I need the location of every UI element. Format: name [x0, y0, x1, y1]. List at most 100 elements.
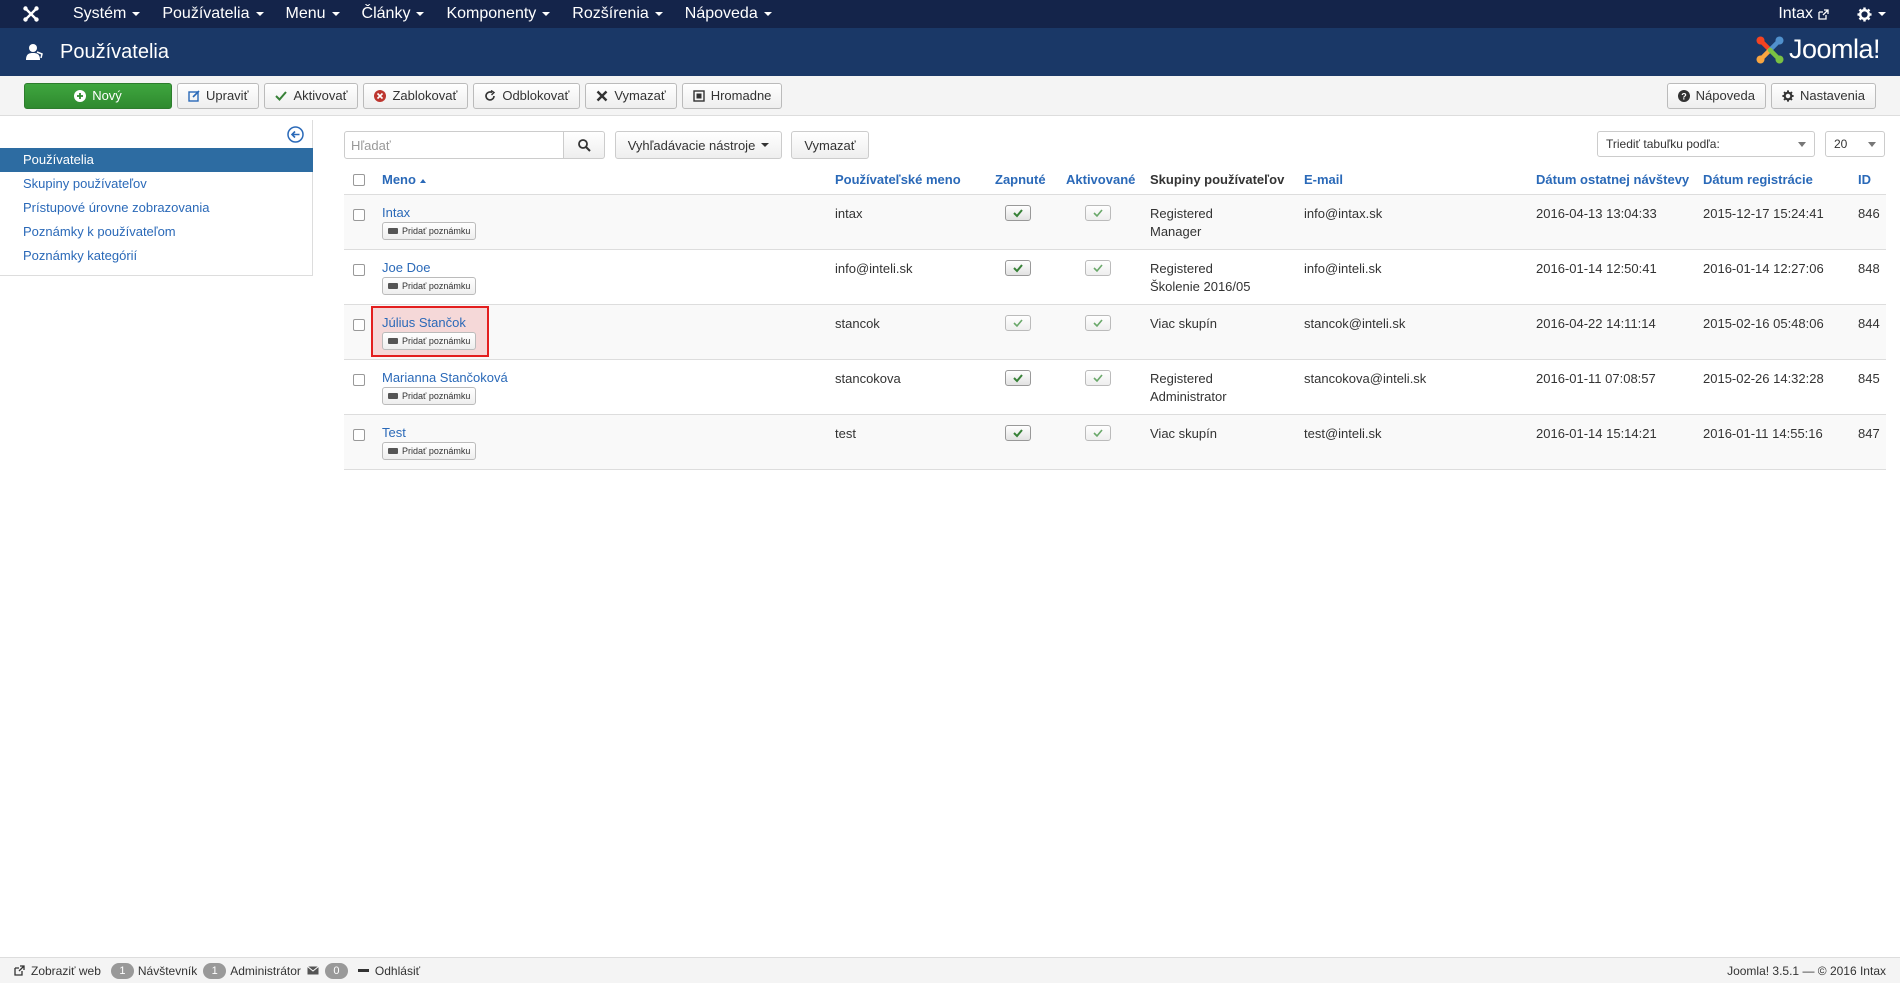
activated-badge[interactable]	[1085, 315, 1111, 331]
delete-button-label: Vymazať	[614, 88, 666, 103]
menu-system[interactable]: Systém	[62, 0, 151, 28]
joomla-menu-icon[interactable]	[0, 0, 62, 28]
sidebar-item-user-notes[interactable]: Poznámky k používateľom	[0, 220, 313, 244]
user-name-link[interactable]: Marianna Stančoková	[382, 370, 508, 385]
sidebar-item-groups[interactable]: Skupiny používateľov	[0, 172, 313, 196]
row-checkbox[interactable]	[353, 374, 365, 386]
sort-select[interactable]: Triediť tabuľku podľa:	[1597, 131, 1815, 157]
select-all-checkbox[interactable]	[353, 174, 365, 186]
menu-content[interactable]: Články	[351, 0, 436, 28]
user-name-link[interactable]: Joe Doe	[382, 260, 430, 275]
sidebar-item-users[interactable]: Používatelia	[0, 148, 313, 172]
limit-select-value: 20	[1834, 137, 1848, 151]
row-checkbox[interactable]	[353, 429, 365, 441]
user-name-link[interactable]: Test	[382, 425, 406, 440]
last-visit-cell: 2016-04-13 13:04:33	[1536, 206, 1657, 221]
search-tools-button[interactable]: Vyhľadávacie nástroje	[615, 131, 782, 159]
row-checkbox[interactable]	[353, 264, 365, 276]
clear-button[interactable]: Vymazať	[791, 131, 869, 159]
add-note-button[interactable]: Pridať poznámku	[382, 277, 477, 295]
col-name[interactable]: Meno	[382, 172, 426, 187]
search-icon	[577, 138, 591, 152]
unblock-button[interactable]: Odblokovať	[473, 82, 581, 109]
add-note-button[interactable]: Pridať poznámku	[382, 222, 477, 240]
col-last-visit[interactable]: Dátum ostatnej návštevy	[1536, 172, 1689, 187]
enabled-toggle[interactable]	[1005, 315, 1031, 331]
view-site-link[interactable]: Zobraziť web	[14, 964, 101, 978]
user-name-link[interactable]: Július Stančok	[382, 315, 466, 330]
collapse-sidebar-icon[interactable]	[287, 126, 304, 147]
add-note-label: Pridať poznámku	[402, 391, 471, 401]
menu-label: Systém	[73, 5, 127, 22]
menu-users[interactable]: Používatelia	[151, 0, 274, 28]
check-icon	[1093, 319, 1103, 328]
users-table: Meno Používateľské meno Zapnuté Aktivova…	[344, 165, 1886, 470]
table-row: Intax Pridať poznámku intax Registered Ma…	[344, 195, 1886, 250]
add-note-button[interactable]: Pridať poznámku	[382, 387, 477, 405]
menu-label: Komponenty	[446, 5, 537, 22]
options-button[interactable]: Nastavenia	[1770, 82, 1876, 109]
activated-badge[interactable]	[1085, 205, 1111, 221]
enabled-toggle[interactable]	[1005, 260, 1031, 276]
add-note-button[interactable]: Pridať poznámku	[382, 442, 477, 460]
new-button[interactable]: Nový	[24, 82, 172, 109]
version-text: Joomla! 3.5.1 — © 2016 Intax	[1727, 963, 1886, 978]
activated-badge[interactable]	[1085, 425, 1111, 441]
enabled-toggle[interactable]	[1005, 370, 1031, 386]
table-row: Test Pridať poznámku test Viac skupín te…	[344, 415, 1886, 470]
groups-cell: Viac skupín	[1150, 426, 1217, 441]
groups-cell: Registered Manager	[1150, 205, 1213, 241]
menu-components[interactable]: Komponenty	[435, 0, 561, 28]
group-line: Registered	[1150, 371, 1213, 386]
col-activated[interactable]: Aktivované	[1066, 172, 1135, 187]
edit-icon	[188, 89, 200, 102]
check-icon	[1013, 264, 1023, 273]
caret-down-icon	[1878, 12, 1886, 16]
check-icon	[1013, 209, 1023, 218]
search-input[interactable]	[344, 131, 564, 159]
group-line: Registered	[1150, 206, 1213, 221]
block-button[interactable]: Zablokovať	[363, 82, 469, 109]
add-note-button[interactable]: Pridať poznámku	[382, 332, 477, 350]
enabled-toggle[interactable]	[1005, 205, 1031, 221]
col-registered[interactable]: Dátum registrácie	[1703, 172, 1813, 187]
messages-status[interactable]: 0	[307, 962, 352, 979]
enabled-toggle[interactable]	[1005, 425, 1031, 441]
col-email[interactable]: E-mail	[1304, 172, 1343, 187]
user-menu[interactable]	[1843, 0, 1900, 28]
joomla-logo-icon	[1756, 36, 1784, 63]
site-link[interactable]: Intax	[1764, 0, 1843, 28]
help-button[interactable]: ? Nápoveda	[1666, 82, 1766, 109]
edit-button[interactable]: Upraviť	[177, 82, 260, 109]
row-checkbox[interactable]	[353, 319, 365, 331]
top-navbar: Systém Používatelia Menu Články Komponen…	[0, 0, 1900, 28]
block-button-label: Zablokovať	[392, 88, 458, 103]
admins-label: Administrátor	[230, 963, 301, 978]
menu-extensions[interactable]: Rozšírenia	[561, 0, 673, 28]
activated-badge[interactable]	[1085, 370, 1111, 386]
col-id[interactable]: ID	[1858, 172, 1871, 187]
search-button[interactable]	[563, 131, 605, 159]
activate-button[interactable]: Aktivovať	[264, 82, 359, 109]
menu-help[interactable]: Nápoveda	[674, 0, 783, 28]
activate-button-label: Aktivovať	[293, 88, 348, 103]
user-name-link[interactable]: Intax	[382, 205, 410, 220]
activated-badge[interactable]	[1085, 260, 1111, 276]
delete-button[interactable]: Vymazať	[585, 82, 677, 109]
batch-button[interactable]: Hromadne	[681, 82, 783, 109]
limit-select[interactable]: 20	[1825, 131, 1885, 157]
sort-select-value: Triediť tabuľku podľa:	[1606, 137, 1720, 151]
email-cell: stancok@inteli.sk	[1304, 316, 1406, 331]
envelope-icon	[307, 966, 319, 975]
options-button-label: Nastavenia	[1799, 88, 1865, 103]
check-icon	[275, 90, 288, 102]
menu-label: Menu	[285, 5, 326, 22]
menu-menus[interactable]: Menu	[275, 0, 351, 28]
col-enabled[interactable]: Zapnuté	[995, 172, 1046, 187]
col-username[interactable]: Používateľské meno	[835, 172, 961, 187]
row-checkbox[interactable]	[353, 209, 365, 221]
logout-link[interactable]: Odhlásiť	[357, 964, 420, 978]
sidebar-item-access-levels[interactable]: Prístupové úrovne zobrazovania	[0, 196, 313, 220]
sidebar-item-note-categories[interactable]: Poznámky kategórií	[0, 244, 313, 268]
groups-cell: Registered Administrator	[1150, 370, 1227, 406]
